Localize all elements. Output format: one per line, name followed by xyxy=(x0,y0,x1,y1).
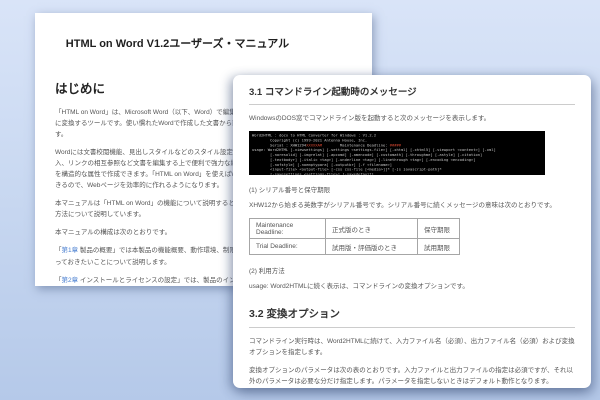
manual-content-page: 3.1 コマンドライン起動時のメッセージ WindowsのDOS窓でコマンドライ… xyxy=(233,75,591,388)
note-2-title: (2) 利用方法 xyxy=(249,265,575,275)
console-screenshot: Word2HTML : docx to HTML Converter for W… xyxy=(249,131,545,175)
section-3-2-paragraph-2: 変換オプションのパラメータは次の表のとおりです。入力ファイルと出力ファイルの指定… xyxy=(249,365,575,387)
chapter-link[interactable]: 第1章 xyxy=(62,247,79,254)
note-2-body: usage: Word2HTMLに続く表示は、コマンドラインの変換オプションです… xyxy=(249,281,575,292)
deadline-condition-cell: 正式版のとき xyxy=(326,219,418,239)
section-3-1-heading: 3.1 コマンドライン起動時のメッセージ xyxy=(249,84,575,105)
deadline-label-cell: Trial Deadline: xyxy=(250,239,326,255)
manual-title: HTML on Word V1.2ユーザーズ・マニュアル xyxy=(55,35,300,51)
deadline-table-row: Trial Deadline: 試用版・評価版のとき 試用期限 xyxy=(250,239,460,255)
chapter-link[interactable]: 第2章 xyxy=(62,277,79,284)
deadline-meaning-cell: 試用期限 xyxy=(418,239,460,255)
section-3-2-heading: 3.2 変換オプション xyxy=(249,306,575,328)
deadline-table-row: Maintenance Deadline: 正式版のとき 保守期限 xyxy=(250,219,460,239)
deadline-condition-cell: 試用版・評価版のとき xyxy=(326,239,418,255)
serial-highlight: XXXXXAM xyxy=(306,143,322,148)
deadline-meaning-cell: 保守期限 xyxy=(418,219,460,239)
section-3-2-paragraph-1: コマンドライン実行時は、Word2HTMLに続けて、入力ファイル名（必須）、出力… xyxy=(249,336,575,358)
deadline-label-cell: Maintenance Deadline: xyxy=(250,219,326,239)
section-3-1-intro: WindowsのDOS窓でコマンドライン版を起動すると次のメッセージを表示します… xyxy=(249,113,575,124)
note-1-title: (1) シリアル番号と保守期限 xyxy=(249,184,575,194)
deadline-highlight: ##### xyxy=(390,143,401,148)
deadline-table: Maintenance Deadline: 正式版のとき 保守期限 Trial … xyxy=(249,218,460,255)
note-1-body: XHW12から始まる英数字がシリアル番号です。シリアル番号に続くメッセージの意味… xyxy=(249,200,575,211)
console-text: Word2HTML : docx to HTML Converter for W… xyxy=(252,133,542,175)
desktop-background: HTML on Word V1.2ユーザーズ・マニュアル はじめに 「HTML … xyxy=(0,0,600,400)
console-usage-line: [-savesettings <settings-file>] [-savede… xyxy=(252,172,542,175)
